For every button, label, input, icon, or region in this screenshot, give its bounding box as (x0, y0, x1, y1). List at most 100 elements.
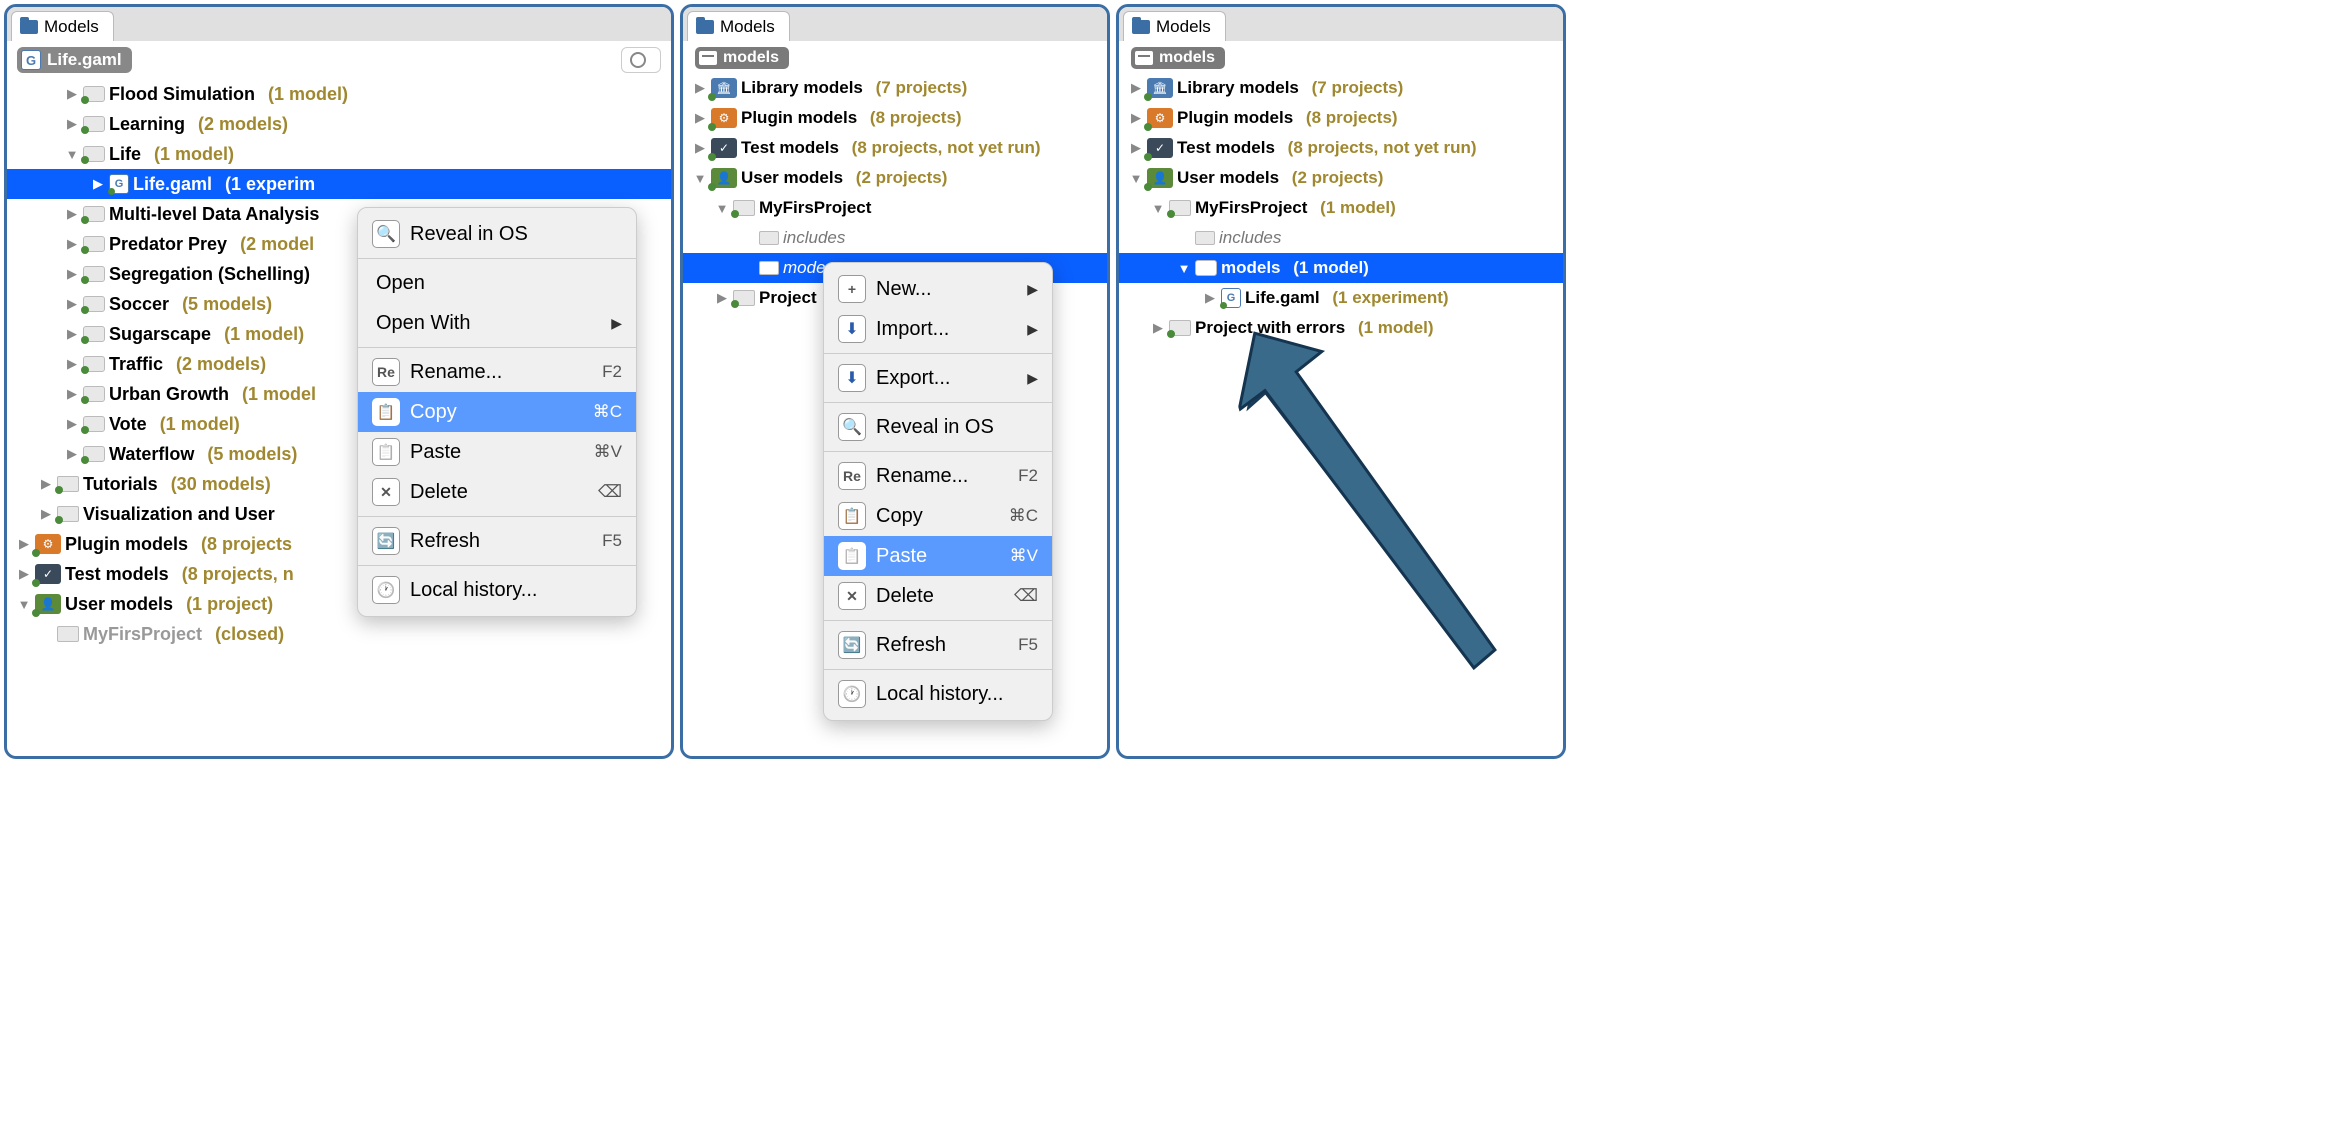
expand-arrow-icon[interactable] (65, 86, 79, 102)
tree-item-models-selected[interactable]: models (1 model) (1119, 253, 1563, 283)
expand-arrow-icon[interactable] (65, 296, 79, 312)
expand-arrow-icon[interactable] (65, 326, 79, 342)
expand-arrow-icon[interactable] (65, 416, 79, 432)
collapse-arrow-icon[interactable] (1151, 201, 1165, 216)
ctx-rename[interactable]: Rename...F2 (358, 352, 636, 392)
ctx-copy[interactable]: Copy⌘C (824, 496, 1052, 536)
expand-arrow-icon[interactable] (17, 566, 31, 582)
expand-arrow-icon[interactable] (65, 116, 79, 132)
ctx-local-history[interactable]: Local history... (358, 570, 636, 610)
folder-icon (83, 326, 105, 342)
tree-item-test[interactable]: ✓Test models (8 projects, not yet run) (1119, 133, 1563, 163)
ctx-import[interactable]: Import...▶ (824, 309, 1052, 349)
expand-arrow-icon[interactable] (1203, 290, 1217, 306)
expand-arrow-icon[interactable] (1151, 320, 1165, 336)
tree-item-user[interactable]: 👤User models (2 projects) (683, 163, 1107, 193)
plugin-folder-icon: ⚙ (711, 108, 737, 128)
ctx-open-with[interactable]: Open With▶ (358, 303, 636, 343)
expand-arrow-icon[interactable] (1129, 140, 1143, 156)
expand-arrow-icon[interactable] (1129, 80, 1143, 96)
collapse-arrow-icon[interactable] (1177, 261, 1191, 276)
tab-models[interactable]: Models (687, 11, 790, 41)
tree-item-learning[interactable]: Learning (2 models) (7, 109, 671, 139)
separator (824, 402, 1052, 403)
expand-arrow-icon[interactable] (39, 476, 53, 492)
file-breadcrumb-chip[interactable]: G Life.gaml (17, 47, 132, 73)
collapse-arrow-icon[interactable] (65, 147, 79, 162)
tree-item-life[interactable]: Life (1 model) (7, 139, 671, 169)
tree-item-user[interactable]: 👤User models (2 projects) (1119, 163, 1563, 193)
expand-arrow-icon[interactable] (39, 506, 53, 522)
expand-arrow-icon[interactable] (91, 176, 105, 192)
expand-arrow-icon[interactable] (65, 206, 79, 222)
collapse-arrow-icon[interactable] (17, 597, 31, 612)
expand-arrow-icon[interactable] (65, 236, 79, 252)
tree-item-includes[interactable]: includes (1119, 223, 1563, 253)
tree-item-includes[interactable]: includes (683, 223, 1107, 253)
delete-icon (372, 478, 400, 506)
tree-item-flood[interactable]: Flood Simulation (1 model) (7, 79, 671, 109)
expand-arrow-icon[interactable] (17, 536, 31, 552)
ctx-open[interactable]: Open (358, 263, 636, 303)
ctx-local-history[interactable]: Local history... (824, 674, 1052, 714)
expand-arrow-icon[interactable] (65, 386, 79, 402)
expand-arrow-icon[interactable] (65, 356, 79, 372)
expand-arrow-icon[interactable] (65, 446, 79, 462)
ctx-delete[interactable]: Delete (358, 472, 636, 512)
ctx-rename[interactable]: Rename...F2 (824, 456, 1052, 496)
ctx-refresh[interactable]: RefreshF5 (358, 521, 636, 561)
submenu-arrow-icon: ▶ (1027, 370, 1038, 387)
tree-item-library[interactable]: 🏛Library models (7 projects) (683, 73, 1107, 103)
tree-item-myfirsproject[interactable]: MyFirsProject (1 model) (1119, 193, 1563, 223)
separator (358, 347, 636, 348)
history-icon (838, 680, 866, 708)
tree-item-myfirsproject[interactable]: MyFirsProject (683, 193, 1107, 223)
export-icon (838, 364, 866, 392)
ctx-copy-highlighted[interactable]: Copy⌘C (358, 392, 636, 432)
tree-item-plugin[interactable]: ⚙Plugin models (8 projects) (1119, 103, 1563, 133)
ctx-reveal-in-os[interactable]: Reveal in OS (358, 214, 636, 254)
tree-item-life-gaml-selected[interactable]: Life.gaml (1 experim (7, 169, 671, 199)
gaml-file-icon (109, 174, 129, 194)
collapse-arrow-icon[interactable] (715, 201, 729, 216)
tree-item-plugin[interactable]: ⚙Plugin models (8 projects) (683, 103, 1107, 133)
paste-icon (838, 542, 866, 570)
briefcase-icon (759, 231, 779, 245)
ctx-new[interactable]: New...▶ (824, 269, 1052, 309)
project-icon (1169, 320, 1191, 336)
ctx-reveal-in-os[interactable]: Reveal in OS (824, 407, 1052, 447)
tree-item-library[interactable]: 🏛Library models (7 projects) (1119, 73, 1563, 103)
collapse-arrow-icon[interactable] (693, 171, 707, 186)
breadcrumb-models-chip[interactable]: models (1131, 47, 1225, 69)
ctx-delete[interactable]: Delete (824, 576, 1052, 616)
briefcase-icon (1135, 51, 1153, 65)
tab-models[interactable]: Models (1123, 11, 1226, 41)
context-menu-paste: New...▶ Import...▶ Export...▶ Reveal in … (823, 262, 1053, 721)
refresh-icon (838, 631, 866, 659)
tab-models[interactable]: Models (11, 11, 114, 41)
expand-arrow-icon[interactable] (65, 266, 79, 282)
test-folder-icon: ✓ (1147, 138, 1173, 158)
search-input[interactable] (621, 47, 661, 73)
ctx-refresh[interactable]: RefreshF5 (824, 625, 1052, 665)
tree-item-myfirsproject-closed[interactable]: MyFirsProject (closed) (7, 619, 671, 649)
folder-icon (83, 236, 105, 252)
expand-arrow-icon[interactable] (693, 140, 707, 156)
separator (824, 353, 1052, 354)
ctx-paste[interactable]: Paste⌘V (358, 432, 636, 472)
plus-icon (838, 275, 866, 303)
expand-arrow-icon[interactable] (715, 290, 729, 306)
collapse-arrow-icon[interactable] (1129, 171, 1143, 186)
breadcrumb-models-chip[interactable]: models (695, 47, 789, 69)
expand-arrow-icon[interactable] (693, 80, 707, 96)
tab-bar: Models (7, 7, 671, 41)
tree-item-test[interactable]: ✓Test models (8 projects, not yet run) (683, 133, 1107, 163)
expand-arrow-icon[interactable] (693, 110, 707, 126)
expand-arrow-icon[interactable] (1129, 110, 1143, 126)
folder-icon (83, 146, 105, 162)
ctx-export[interactable]: Export...▶ (824, 358, 1052, 398)
rename-icon (838, 462, 866, 490)
folder-icon (83, 266, 105, 282)
ctx-paste-highlighted[interactable]: Paste⌘V (824, 536, 1052, 576)
closed-project-icon (57, 626, 79, 642)
